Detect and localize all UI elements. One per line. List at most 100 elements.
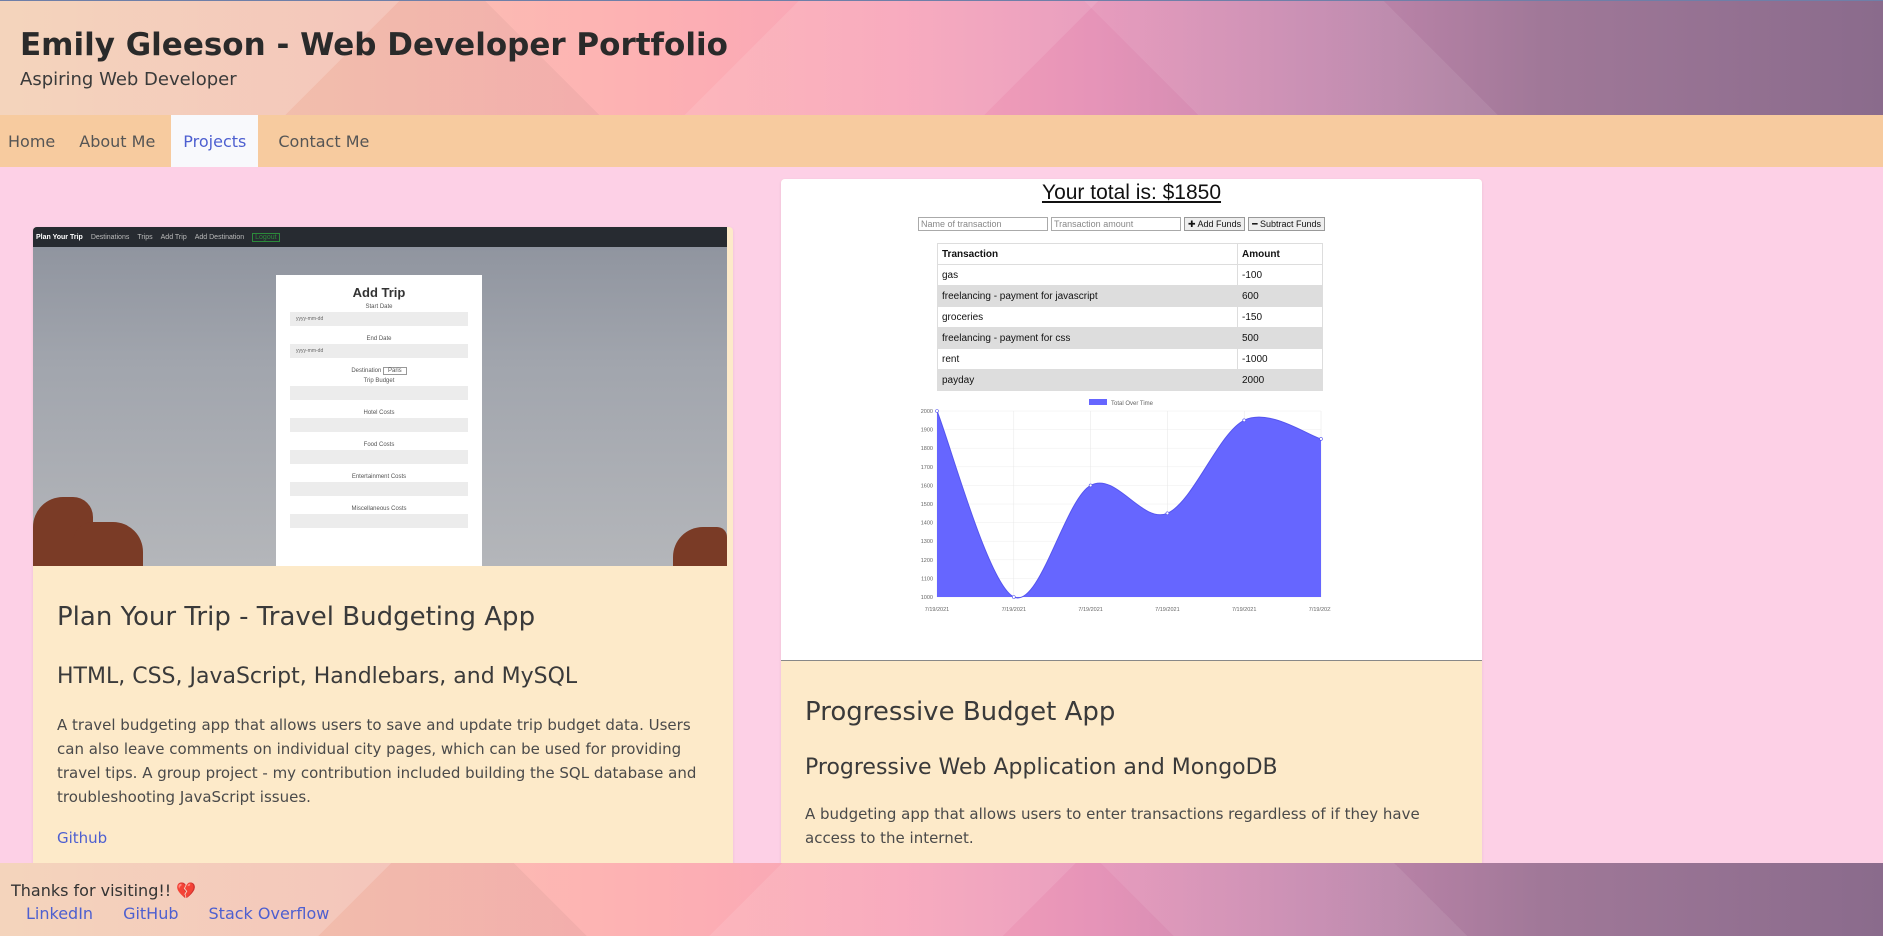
y-tick-label: 1500 — [921, 502, 933, 508]
site-header: Emily Gleeson - Web Developer Portfolio … — [0, 0, 1883, 115]
field-input: yyyy-mm-dd — [290, 344, 468, 358]
field-input — [290, 450, 468, 464]
footer-message-line: Thanks for visiting!! 💔 — [11, 881, 1872, 900]
screenshot-logout: Logout — [252, 232, 280, 242]
nav-item-about-me[interactable]: About Me — [71, 115, 163, 167]
project-card-plan-your-trip: Plan Your Trip Destinations Trips Add Tr… — [33, 227, 733, 867]
field-label: Miscellaneous Costs — [351, 506, 407, 512]
table-row: gas -100 — [937, 264, 1323, 286]
data-point — [1319, 437, 1323, 441]
nav-item-contact-me[interactable]: Contact Me — [270, 115, 377, 167]
data-point — [1242, 418, 1247, 423]
table-cell: freelancing - payment for javascript — [937, 285, 1238, 307]
transaction-amount-input: Transaction amount — [1051, 217, 1181, 231]
table-cell: 600 — [1237, 285, 1323, 307]
data-point — [1165, 511, 1170, 516]
project-description: A budgeting app that allows users to ent… — [805, 805, 1420, 847]
table-cell: freelancing - payment for css — [937, 327, 1238, 349]
project-github-link[interactable]: Github — [57, 829, 107, 847]
table-cell: -150 — [1237, 306, 1323, 328]
project-tech: Progressive Web Application and MongoDB — [805, 755, 1278, 780]
destination-select: Paris — [383, 367, 407, 375]
table-cell: groceries — [937, 306, 1238, 328]
table-row: freelancing - payment for css 500 — [937, 327, 1323, 349]
legend-swatch — [1089, 399, 1107, 405]
field-label: Destination Paris — [290, 367, 468, 375]
nav-item-projects[interactable]: Projects — [171, 115, 259, 167]
screenshot-brand: Plan Your Trip — [36, 233, 83, 241]
table-row: payday 2000 — [937, 369, 1323, 391]
y-tick-label: 1400 — [921, 521, 933, 527]
data-point — [1088, 483, 1093, 488]
project-title: Progressive Budget App — [805, 697, 1116, 727]
linkedin-link[interactable]: LinkedIn — [26, 904, 93, 923]
legend-label: Total Over Time — [1111, 401, 1154, 407]
site-title: Emily Gleeson - Web Developer Portfolio — [20, 27, 728, 63]
project-tech: HTML, CSS, JavaScript, Handlebars, and M… — [57, 664, 578, 689]
rock-right — [673, 527, 727, 566]
x-tick-label: 7/19/2021 — [1002, 607, 1026, 613]
screenshot-nav-link: Add Trip — [160, 233, 187, 241]
project-card-progressive-budget: Your total is: $1850 Name of transaction… — [781, 179, 1482, 869]
add-funds-button: ✚ Add Funds — [1184, 217, 1246, 231]
y-tick-label: 1200 — [921, 558, 933, 564]
subtract-funds-button: ━ Subtract Funds — [1248, 217, 1326, 231]
transaction-name-input: Name of transaction — [918, 217, 1048, 231]
y-tick-label: 2000 — [921, 409, 933, 415]
project-screenshot-budget: Your total is: $1850 Name of transaction… — [781, 179, 1482, 661]
site-subtitle: Aspiring Web Developer — [20, 69, 237, 90]
table-cell: -100 — [1237, 264, 1323, 286]
project-description: A travel budgeting app that allows users… — [57, 716, 697, 806]
screenshot-navbar: Plan Your Trip Destinations Trips Add Tr… — [33, 227, 727, 247]
screenshot-nav-link: Destinations — [90, 233, 130, 241]
y-tick-label: 1100 — [921, 576, 933, 582]
table-cell: payday — [937, 369, 1238, 391]
footer-links: LinkedIn GitHub Stack Overflow — [11, 904, 1872, 923]
y-tick-label: 1000 — [921, 595, 933, 601]
nav-item-home[interactable]: Home — [0, 115, 63, 167]
table-row: freelancing - payment for javascript 600 — [937, 285, 1323, 307]
y-tick-label: 1300 — [921, 539, 933, 545]
transactions-table: Transaction Amount gas -100 freelancing … — [937, 243, 1323, 391]
table-cell: -1000 — [1237, 348, 1323, 370]
data-point — [1012, 595, 1016, 599]
field-label: Food Costs — [363, 442, 395, 448]
field-input — [290, 514, 468, 528]
budget-total: Your total is: $1850 — [1041, 181, 1222, 204]
stack-overflow-link[interactable]: Stack Overflow — [209, 904, 330, 923]
field-label: Hotel Costs — [363, 410, 395, 416]
total-over-time-chart: Total Over Time 1000 1100 1200 1300 1400 1500 1… — [921, 399, 1331, 613]
x-tick-label: 7/19/2021 — [1155, 607, 1179, 613]
data-point — [935, 409, 939, 413]
form-title: Add Trip — [352, 285, 406, 300]
field-label: End Date — [366, 336, 392, 342]
footer-message: Thanks for visiting!! — [11, 881, 177, 900]
github-link[interactable]: GitHub — [123, 904, 178, 923]
y-tick-label: 1600 — [921, 483, 933, 489]
screenshot-nav-link: Add Destination — [194, 233, 245, 241]
table-header-row: Transaction Amount — [937, 243, 1323, 265]
x-tick-label: 7/19/2021 — [1309, 607, 1331, 613]
project-screenshot-plan-your-trip: Plan Your Trip Destinations Trips Add Tr… — [33, 227, 727, 566]
y-tick-label: 1800 — [921, 446, 933, 452]
rock-left-2 — [73, 522, 143, 566]
budget-form: Name of transaction Transaction amount ✚… — [918, 217, 1326, 231]
x-tick-label: 7/19/2021 — [1078, 607, 1102, 613]
field-label: Entertainment Costs — [351, 474, 407, 480]
x-tick-label: 7/19/2021 — [1232, 607, 1256, 613]
table-cell: 2000 — [1237, 369, 1323, 391]
y-tick-label: 1700 — [921, 465, 933, 471]
x-tick-label: 7/19/2021 — [925, 607, 949, 613]
table-header: Transaction — [937, 243, 1238, 265]
field-input — [290, 418, 468, 432]
field-input — [290, 386, 468, 400]
site-footer: Thanks for visiting!! 💔 LinkedIn GitHub … — [0, 863, 1883, 936]
y-tick-label: 1900 — [921, 428, 933, 434]
table-cell: rent — [937, 348, 1238, 370]
main-nav: Home About Me Projects Contact Me — [0, 115, 1883, 167]
screenshot-nav-link: Trips — [137, 233, 153, 241]
field-input — [290, 482, 468, 496]
table-header: Amount — [1237, 243, 1323, 265]
field-label: Trip Budget — [363, 378, 395, 384]
field-label: Start Date — [365, 304, 393, 310]
